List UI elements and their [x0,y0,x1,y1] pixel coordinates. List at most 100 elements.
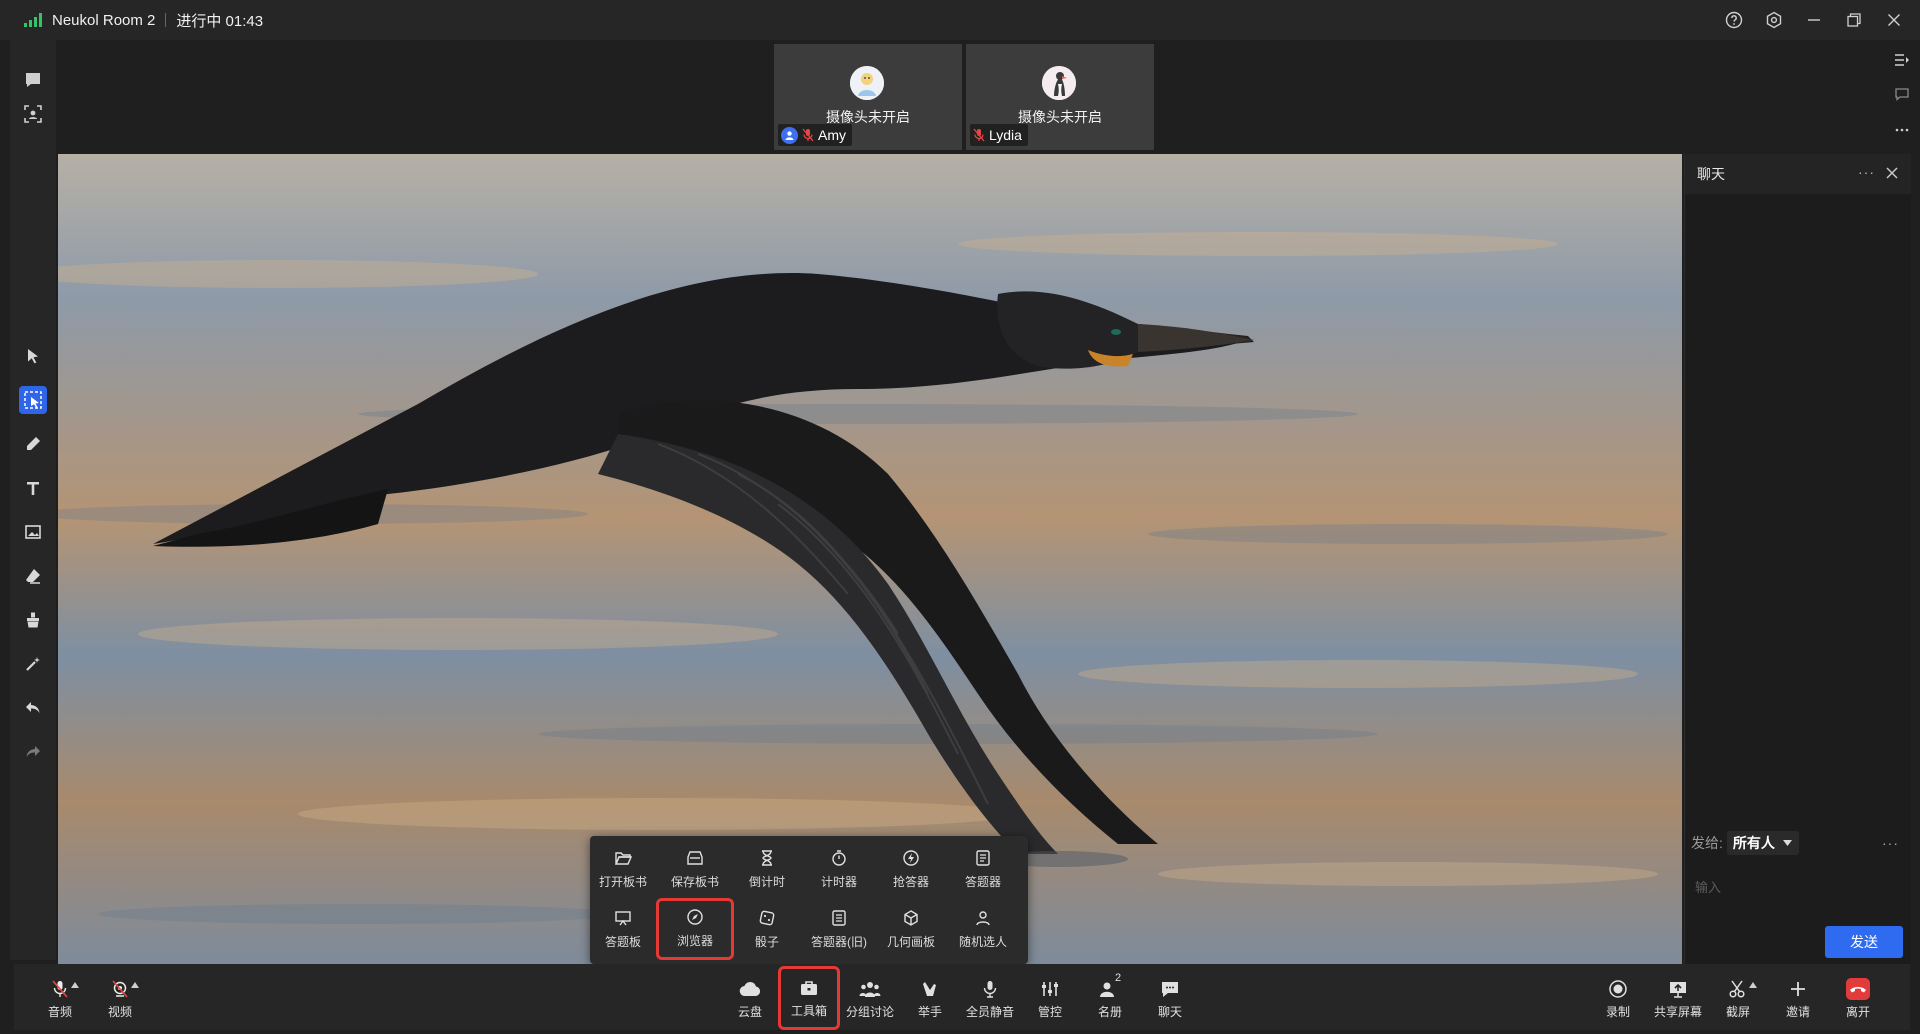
layout-controls [1884,40,1920,154]
title-divider [165,13,167,27]
chat-more-button[interactable]: ··· [1858,164,1875,180]
management-label: 管控 [1037,1005,1062,1019]
cloud-drive-button[interactable]: 云盘 [722,978,778,1024]
mute-all-button[interactable]: 全员静音 [962,978,1018,1024]
screenshot-icon[interactable] [19,100,47,128]
undo-icon[interactable] [19,694,47,722]
participant-tile[interactable]: 摄像头未开启 Amy [774,44,962,150]
roster-button[interactable]: 2 名册 [1082,972,1138,1024]
open-board-button[interactable]: 打开板书 [590,844,656,896]
buzzer-button[interactable]: 抢答器 [878,844,944,896]
title-bar: Neukol Room 2 进行中 01:43 [0,0,1920,40]
management-button[interactable]: 管控 [1022,978,1078,1024]
layout-list-icon[interactable] [1892,50,1912,70]
select-icon[interactable] [19,386,47,414]
video-label: 视频 [107,1005,132,1019]
audio-options-caret[interactable] [71,982,79,988]
redo-icon[interactable] [19,738,47,766]
recipient-select[interactable]: 所有人 [1726,831,1799,855]
camera-off-icon [110,978,130,1000]
video-options-caret[interactable] [131,982,139,988]
toolbox-icon [799,977,819,999]
audio-label: 音频 [47,1005,72,1019]
leave-button[interactable]: 离开 [1830,978,1886,1024]
quiz-old-button[interactable]: 答题器(旧) [806,904,872,956]
more-options-icon[interactable]: ··· [1882,835,1899,851]
chat-title: 聊天 [1697,166,1725,182]
recipient-value: 所有人 [1732,835,1775,851]
geometry-board-button[interactable]: 几何画板 [878,904,944,956]
invite-button[interactable]: 邀请 [1770,978,1826,1024]
share-screen-button[interactable]: 共享屏幕 [1650,978,1706,1024]
roster-count-badge: 2 [1115,972,1122,984]
countdown-button[interactable]: 倒计时 [734,844,800,896]
chat-label: 聊天 [1157,1005,1182,1019]
laser-icon[interactable] [19,650,47,678]
controls-icon [1040,978,1060,1000]
chat-button[interactable]: 聊天 [1142,978,1198,1024]
breakout-button[interactable]: 分组讨论 [842,978,898,1024]
chevron-down-icon [1782,840,1792,846]
chat-bubble-icon[interactable] [19,66,47,94]
quiz-button[interactable]: 答题器 [950,844,1016,896]
send-to-row: 发给: 所有人 ··· [1691,830,1905,856]
help-icon[interactable] [1722,8,1746,32]
pen-icon[interactable] [19,430,47,458]
clear-icon[interactable] [19,606,47,634]
eraser-icon[interactable] [19,562,47,590]
leave-label: 离开 [1845,1005,1870,1019]
meeting-status: 进行中 01:43 [176,12,264,30]
avatar [1042,66,1076,100]
restore-icon[interactable] [1842,8,1866,32]
breakout-label: 分组讨论 [845,1005,894,1019]
tool-label: 打开板书 [598,875,647,889]
scissors-icon [1728,978,1748,1000]
random-pick-button[interactable]: 随机选人 [950,904,1016,956]
tool-label: 几何画板 [886,935,935,949]
answer-board-icon [613,908,633,928]
raise-hand-icon [920,978,940,1000]
timer-button[interactable]: 计时器 [806,844,872,896]
window-controls [1722,0,1906,40]
random-person-icon [973,908,993,928]
close-icon[interactable] [1883,164,1901,182]
text-icon[interactable] [19,474,47,502]
meeting-controls: 音频 视频 云盘 工具箱 分组讨论 举手 全员静音 管控 2 名册 聊天 录制 … [14,964,1910,1030]
image-icon[interactable] [19,518,47,546]
quiz-icon [973,848,993,868]
participant-tile[interactable]: 摄像头未开启 Lydia [966,44,1154,150]
record-button[interactable]: 录制 [1590,978,1646,1024]
video-button[interactable]: 视频 [92,978,148,1024]
host-icon [781,126,798,144]
toolbox-panel: 打开板书 保存板书 倒计时 计时器 抢答器 答题器 答题板 浏览器 骰子 答题器… [590,836,1028,964]
save-board-button[interactable]: 保存板书 [662,844,728,896]
audio-button[interactable]: 音频 [32,978,88,1024]
screenshot-button[interactable]: 截屏 [1710,978,1766,1024]
more-options-icon[interactable] [1892,120,1912,140]
dice-button[interactable]: 骰子 [734,904,800,956]
raise-hand-button[interactable]: 举手 [902,978,958,1024]
cloud-icon [739,978,761,1000]
toolbox-button[interactable]: 工具箱 [778,966,840,1030]
tool-label: 答题板 [604,935,641,949]
chat-input[interactable] [1693,866,1903,908]
chat-icon [1159,978,1181,1000]
screenshot-options-caret[interactable] [1749,982,1757,988]
chat-window-icon[interactable] [1892,84,1912,104]
send-button[interactable]: 发送 [1825,926,1903,958]
pointer-icon[interactable] [19,342,47,370]
settings-icon[interactable] [1762,8,1786,32]
answer-board-button[interactable]: 答题板 [590,904,656,956]
participant-name: Lydia [989,127,1022,143]
mic-muted-icon [50,978,70,1000]
browser-button[interactable]: 浏览器 [656,898,734,960]
mic-muted-icon [973,128,985,142]
screenshot-label: 截屏 [1725,1005,1750,1019]
close-icon[interactable] [1882,8,1906,32]
plus-icon [1789,978,1807,1000]
mute-all-icon [980,978,1000,1000]
minimize-icon[interactable] [1802,8,1826,32]
chat-header: 聊天 ··· [1685,154,1911,194]
signal-strength-icon [24,13,42,27]
cloud-label: 云盘 [737,1005,762,1019]
